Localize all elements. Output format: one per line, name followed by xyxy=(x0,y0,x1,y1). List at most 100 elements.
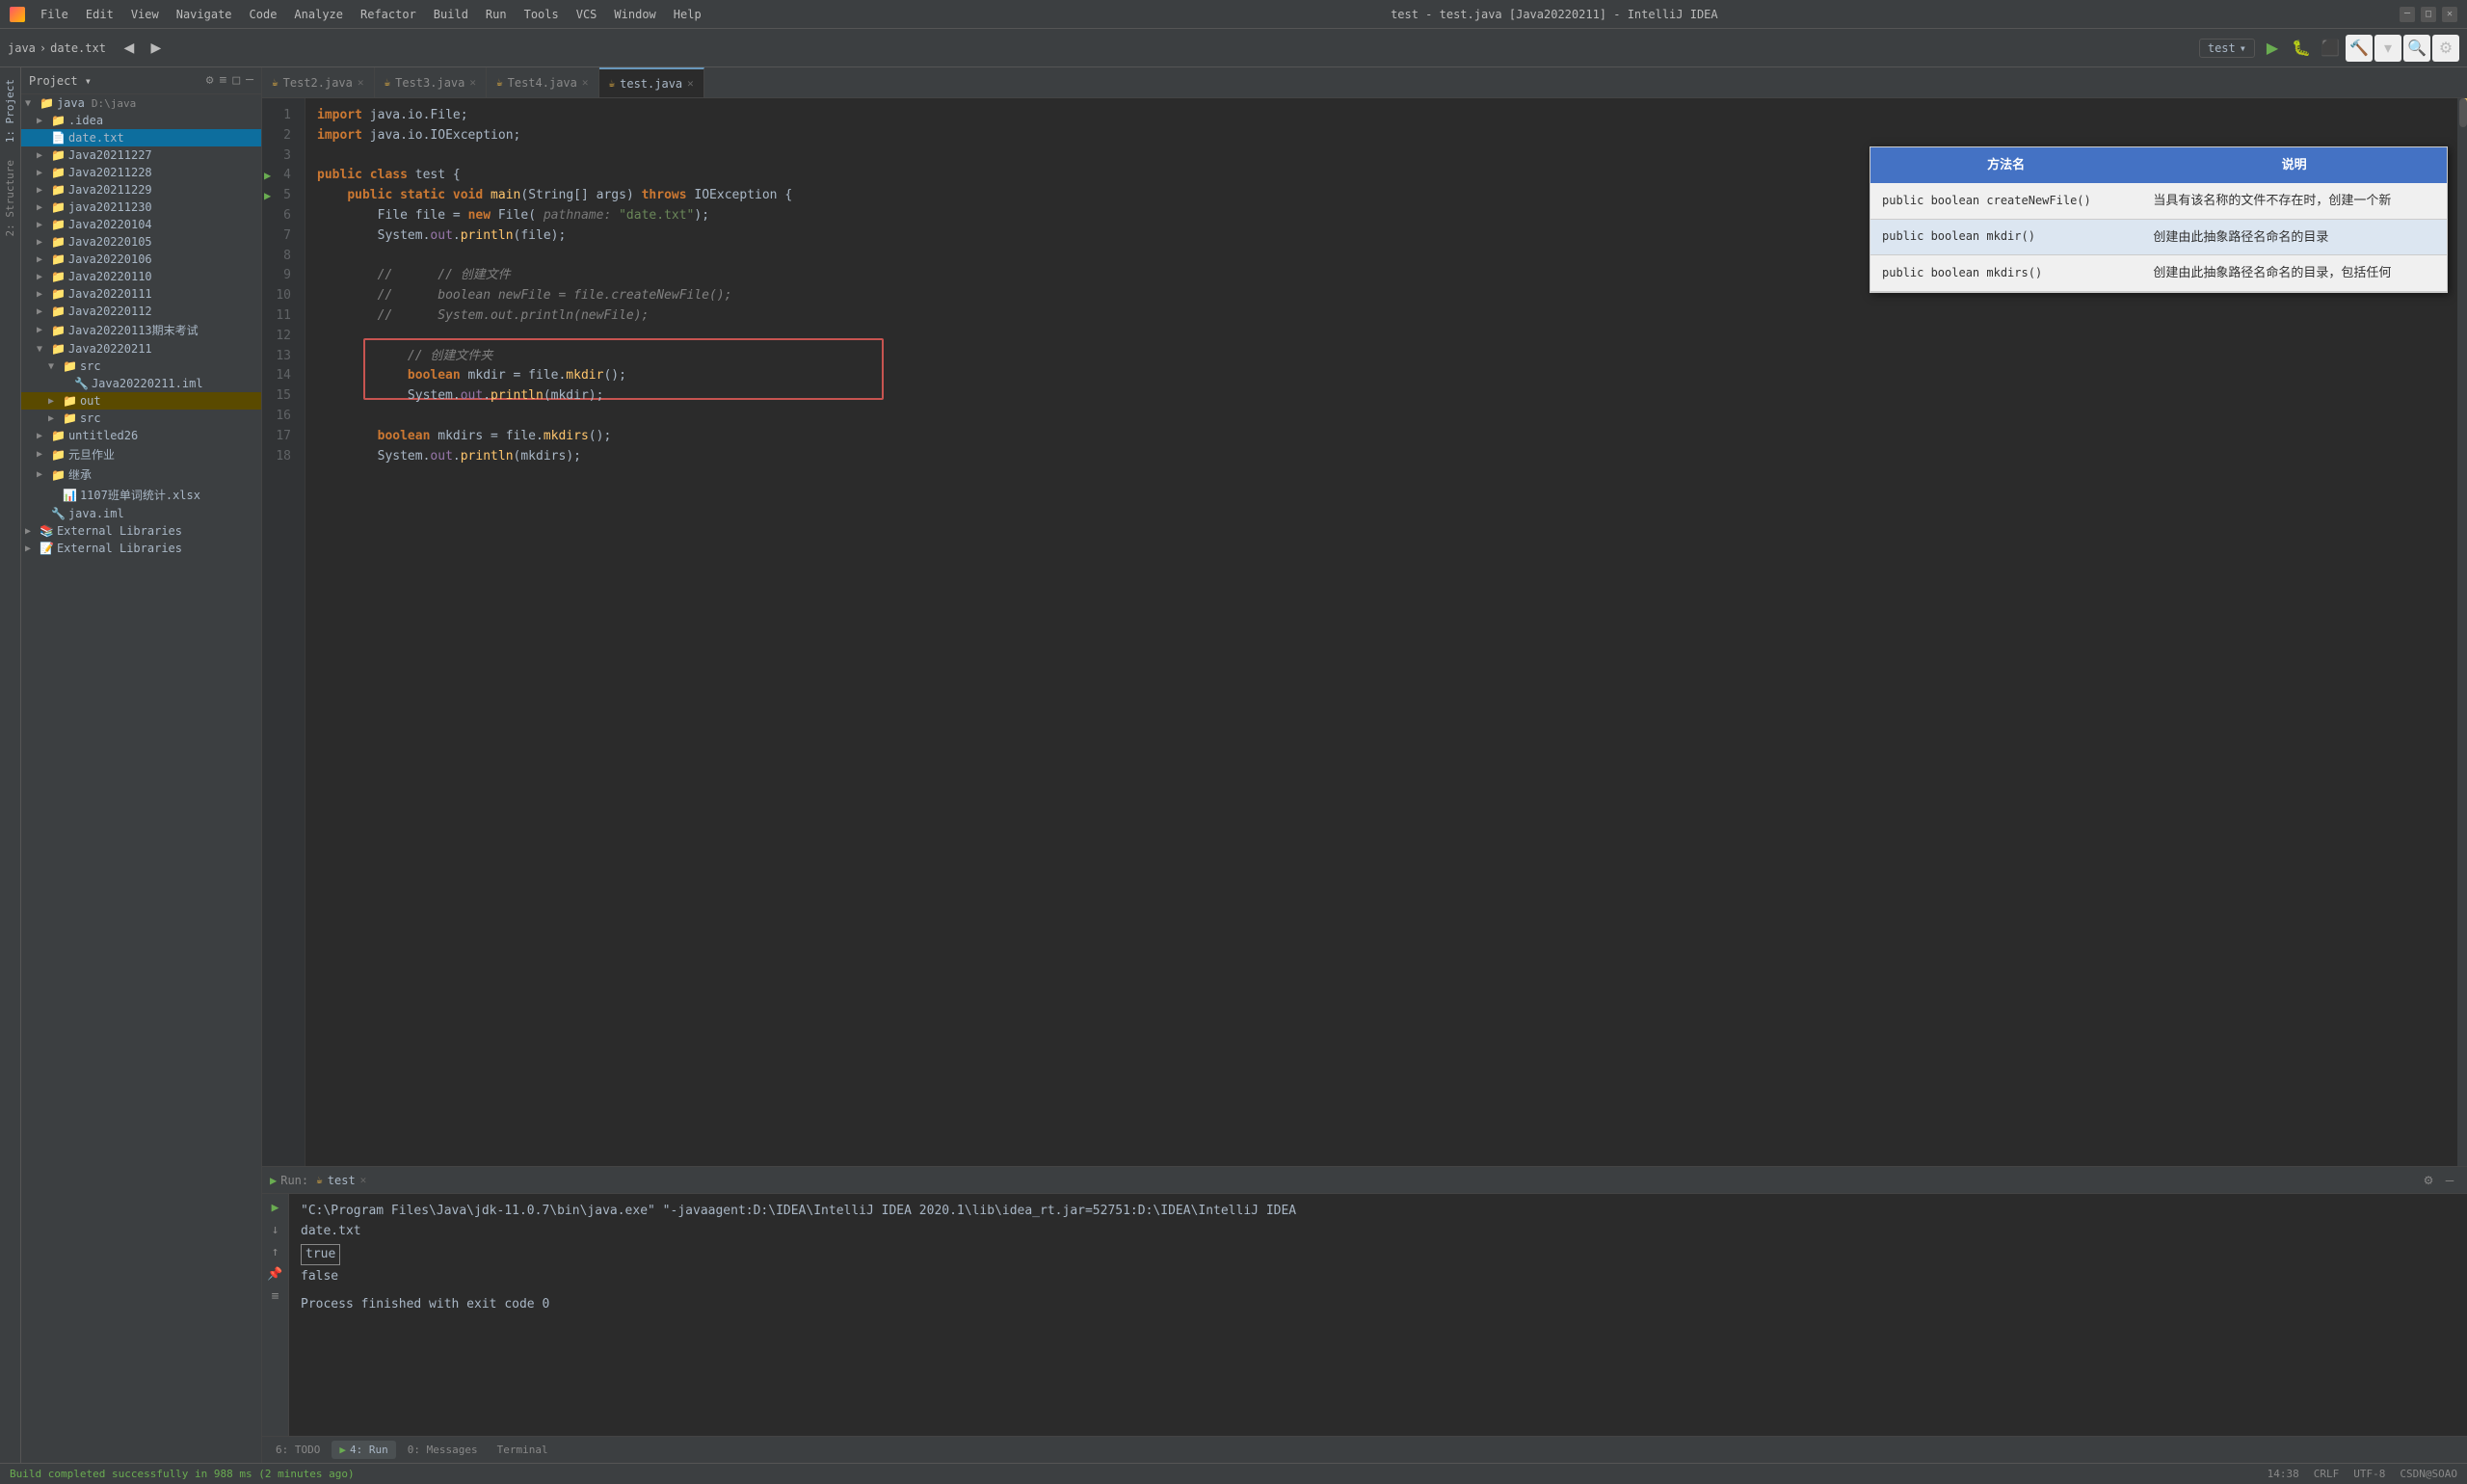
tree-item-java20211227[interactable]: ▶ 📁 Java20211227 xyxy=(21,146,261,164)
project-panel-header: Project ▾ ⚙ ≡ □ ─ xyxy=(21,67,261,94)
tree-item-java20220105[interactable]: ▶ 📁 Java20220105 xyxy=(21,233,261,251)
run-button[interactable]: ▶ xyxy=(2259,35,2286,62)
menu-run[interactable]: Run xyxy=(478,6,515,23)
run-panel-close-button[interactable]: ─ xyxy=(2440,1171,2459,1190)
popup-method-1: public boolean createNewFile() xyxy=(1870,183,2141,219)
sidebar-item-project[interactable]: 1: Project xyxy=(1,71,19,150)
tree-item-untitled26[interactable]: ▶ 📁 untitled26 xyxy=(21,427,261,444)
menu-refactor[interactable]: Refactor xyxy=(353,6,424,23)
tree-item-jicheng[interactable]: ▶ 📁 继承 xyxy=(21,464,261,485)
tree-item-java20220211[interactable]: ▼ 📁 Java20220211 xyxy=(21,340,261,358)
editor-scrollbar[interactable] xyxy=(2457,98,2467,1166)
tab-messages-label: 0: Messages xyxy=(408,1444,478,1456)
run-panel-toolbar: ⚙ ─ xyxy=(2419,1171,2459,1190)
tree-item-java20220106[interactable]: ▶ 📁 Java20220106 xyxy=(21,251,261,268)
tree-item-java20211229[interactable]: ▶ 📁 Java20211229 xyxy=(21,181,261,199)
settings-icon[interactable]: ⚙ xyxy=(206,73,214,88)
menu-navigate[interactable]: Navigate xyxy=(169,6,240,23)
code-editor[interactable]: import java.io.File; import java.io.IOEx… xyxy=(305,98,2457,1166)
tree-item-external-libraries[interactable]: ▶ 📚 External Libraries xyxy=(21,522,261,540)
tab-close-test4[interactable]: ✕ xyxy=(582,76,589,89)
menu-help[interactable]: Help xyxy=(666,6,709,23)
tree-item-java20220110[interactable]: ▶ 📁 Java20220110 xyxy=(21,268,261,285)
back-button[interactable]: ◀ xyxy=(118,37,141,60)
run-pin-button[interactable]: 📌 xyxy=(266,1264,285,1284)
build-button[interactable]: 🔨 xyxy=(2346,35,2373,62)
more-run-options[interactable]: ▾ xyxy=(2374,35,2401,62)
tab-test[interactable]: ☕ test.java ✕ xyxy=(599,67,704,98)
tab-todo-label: 6: TODO xyxy=(276,1444,320,1456)
tree-item-java-root[interactable]: ▼ 📁 java D:\java xyxy=(21,94,261,112)
tab-test2[interactable]: ☕ Test2.java ✕ xyxy=(262,67,375,98)
run-panel-settings-button[interactable]: ⚙ xyxy=(2419,1171,2438,1190)
tab-close-test2[interactable]: ✕ xyxy=(358,76,364,89)
code-line-1: import java.io.File; xyxy=(317,106,2450,126)
forward-button[interactable]: ▶ xyxy=(145,37,168,60)
menu-build[interactable]: Build xyxy=(426,6,476,23)
minimize-button[interactable]: ─ xyxy=(2400,7,2415,22)
tree-item-java20220113[interactable]: ▶ 📁 Java20220113期末考试 xyxy=(21,320,261,340)
run-scroll-up[interactable]: ↑ xyxy=(266,1242,285,1261)
tree-item-idea[interactable]: ▶ 📁 .idea xyxy=(21,112,261,129)
tree-item-java20211228[interactable]: ▶ 📁 Java20211228 xyxy=(21,164,261,181)
editor-tabs-bar: ☕ Test2.java ✕ ☕ Test3.java ✕ ☕ Test4.ja… xyxy=(262,67,2467,98)
menu-view[interactable]: View xyxy=(123,6,167,23)
tab-todo[interactable]: 6: TODO xyxy=(268,1441,328,1459)
run-buttons: ▶ 🐛 ⬛ 🔨 ▾ 🔍 ⚙ xyxy=(2259,35,2459,62)
close-button[interactable]: ✕ xyxy=(2442,7,2457,22)
code-line-14: boolean mkdir = file.mkdir(); xyxy=(317,366,2450,386)
tree-item-src[interactable]: ▼ 📁 src xyxy=(21,358,261,375)
maximize-button[interactable]: □ xyxy=(2421,7,2436,22)
maximize-panel-icon[interactable]: □ xyxy=(232,73,240,88)
tree-item-src2[interactable]: ▶ 📁 src xyxy=(21,410,261,427)
menu-edit[interactable]: Edit xyxy=(78,6,121,23)
tree-item-java20220112[interactable]: ▶ 📁 Java20220112 xyxy=(21,303,261,320)
sidebar-item-structure[interactable]: 2: Structure xyxy=(1,152,19,244)
tree-item-scratches[interactable]: ▶ 📝 External Libraries xyxy=(21,540,261,557)
run-tab[interactable]: ☕ test ✕ xyxy=(316,1174,366,1187)
tree-item-java20220104[interactable]: ▶ 📁 Java20220104 xyxy=(21,216,261,233)
menu-vcs[interactable]: VCS xyxy=(569,6,605,23)
tree-item-yuandan[interactable]: ▶ 📁 元旦作业 xyxy=(21,444,261,464)
tab-terminal[interactable]: Terminal xyxy=(490,1441,556,1459)
tree-item-xlsx[interactable]: 📊 1107班单词统计.xlsx xyxy=(21,485,261,505)
run-exit-msg: Process finished with exit code 0 xyxy=(301,1295,2455,1315)
window-controls: ─ □ ✕ xyxy=(2400,7,2457,22)
toolbar: java › date.txt ◀ ▶ test ▾ ▶ 🐛 ⬛ 🔨 ▾ 🔍 ⚙ xyxy=(0,29,2467,67)
tab-test3[interactable]: ☕ Test3.java ✕ xyxy=(375,67,488,98)
menu-window[interactable]: Window xyxy=(606,6,663,23)
tree-item-java20211230[interactable]: ▶ 📁 java20211230 xyxy=(21,199,261,216)
tree-item-iml[interactable]: 🔧 Java20220211.iml xyxy=(21,375,261,392)
tree-item-java20220111[interactable]: ▶ 📁 Java20220111 xyxy=(21,285,261,303)
settings-button[interactable]: ⚙ xyxy=(2432,35,2459,62)
run-true-value: true xyxy=(301,1244,340,1266)
tab-close-test[interactable]: ✕ xyxy=(687,77,694,90)
run-output-line1: date.txt xyxy=(301,1222,2455,1242)
rerun-button[interactable]: ▶ xyxy=(266,1198,285,1217)
scroll-thumb[interactable] xyxy=(2459,98,2467,127)
debug-button[interactable]: 🐛 xyxy=(2288,35,2315,62)
search-everywhere[interactable]: 🔍 xyxy=(2403,35,2430,62)
code-line-15: System.out.println(mkdir); xyxy=(317,386,2450,407)
menu-tools[interactable]: Tools xyxy=(517,6,567,23)
popup-header-desc: 说明 xyxy=(2141,147,2447,183)
tree-item-out[interactable]: ▶ 📁 out xyxy=(21,392,261,410)
tree-item-date-txt[interactable]: 📄 date.txt xyxy=(21,129,261,146)
tab-close-test3[interactable]: ✕ xyxy=(469,76,476,89)
run-scroll-down[interactable]: ↓ xyxy=(266,1220,285,1239)
menu-analyze[interactable]: Analyze xyxy=(286,6,351,23)
tab-messages[interactable]: 0: Messages xyxy=(400,1441,486,1459)
tree-item-java-iml[interactable]: 🔧 java.iml xyxy=(21,505,261,522)
editor-area: ☕ Test2.java ✕ ☕ Test3.java ✕ ☕ Test4.ja… xyxy=(262,67,2467,1463)
menu-file[interactable]: File xyxy=(33,6,76,23)
minimize-panel-icon[interactable]: ─ xyxy=(246,73,253,88)
run-sidebar: ▶ ↓ ↑ 📌 ≡ xyxy=(262,1194,289,1436)
run-configuration[interactable]: test ▾ xyxy=(2199,39,2255,58)
tab-test4[interactable]: ☕ Test4.java ✕ xyxy=(487,67,599,98)
run-fold-button[interactable]: ≡ xyxy=(266,1286,285,1306)
run-tab-close-icon[interactable]: ✕ xyxy=(360,1174,367,1186)
collapse-icon[interactable]: ≡ xyxy=(220,73,227,88)
menu-code[interactable]: Code xyxy=(242,6,285,23)
tab-run[interactable]: ▶ 4: Run xyxy=(332,1441,395,1459)
stop-button[interactable]: ⬛ xyxy=(2317,35,2344,62)
